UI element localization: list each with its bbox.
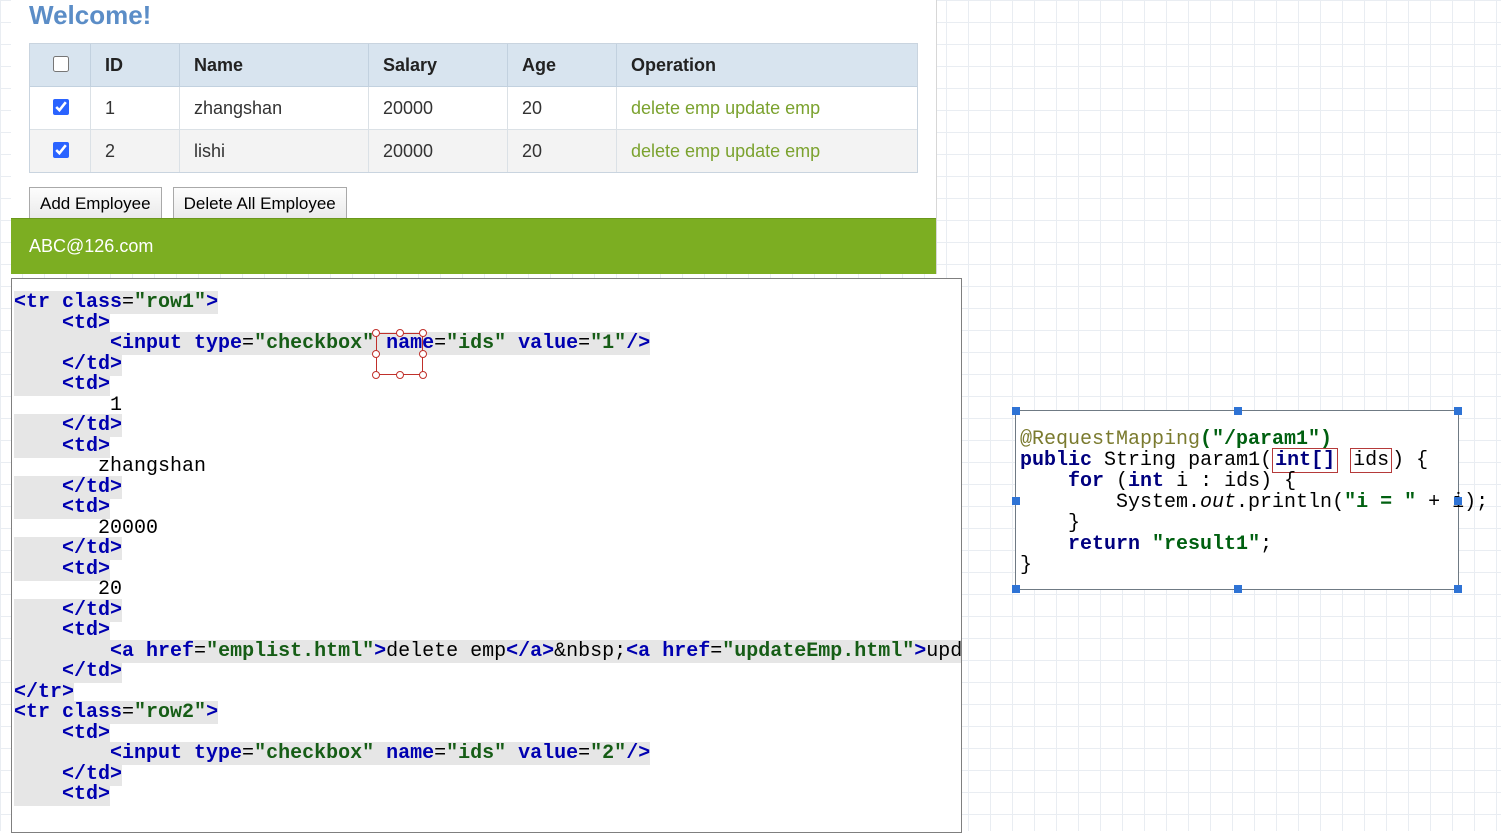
footer-bar: ABC@126.com [11, 218, 936, 274]
html-source-panel[interactable]: <tr class="row1"> <td> <input type="chec… [11, 278, 962, 833]
row-checkbox[interactable] [53, 99, 69, 115]
button-row: Add Employee Delete All Employee [29, 187, 936, 221]
cell-salary: 20000 [369, 87, 508, 130]
resize-handle-icon[interactable] [1012, 585, 1020, 593]
header-salary: Salary [369, 44, 508, 87]
html-source-code: <tr class="row1"> <td> <input type="chec… [12, 279, 961, 806]
resize-handle-icon[interactable] [1454, 497, 1462, 505]
resize-handle-icon[interactable] [1234, 585, 1242, 593]
resize-handle-icon[interactable] [1012, 497, 1020, 505]
cell-age: 20 [508, 130, 617, 172]
header-id: ID [91, 44, 180, 87]
update-emp-link[interactable]: update emp [725, 98, 820, 118]
header-operation: Operation [617, 44, 917, 87]
footer-email: ABC@126.com [29, 236, 153, 257]
webapp-preview-panel: Welcome! ID Name Salary Age Operation 1 … [11, 0, 937, 274]
header-name: Name [180, 44, 369, 87]
resize-handle-icon[interactable] [1012, 407, 1020, 415]
java-code: @RequestMapping("/param1") public String… [1016, 411, 1458, 576]
table-row: 1 zhangshan 20000 20 delete emp update e… [30, 87, 917, 130]
table-row: 2 lishi 20000 20 delete emp update emp [30, 130, 917, 172]
resize-handle-icon[interactable] [1454, 585, 1462, 593]
cell-id: 1 [91, 87, 180, 130]
cell-name: zhangshan [180, 87, 369, 130]
resize-handle-icon[interactable] [1454, 407, 1462, 415]
header-age: Age [508, 44, 617, 87]
page-title: Welcome! [29, 0, 936, 31]
cell-age: 20 [508, 87, 617, 130]
cell-operation: delete emp update emp [617, 130, 917, 172]
select-all-checkbox[interactable] [53, 56, 69, 72]
row-checkbox[interactable] [53, 142, 69, 158]
cell-id: 2 [91, 130, 180, 172]
header-checkbox-cell [30, 44, 91, 87]
employee-table: ID Name Salary Age Operation 1 zhangshan… [29, 43, 918, 173]
delete-emp-link[interactable]: delete emp [631, 141, 720, 161]
cell-name: lishi [180, 130, 369, 172]
delete-all-employee-button[interactable]: Delete All Employee [173, 187, 347, 221]
add-employee-button[interactable]: Add Employee [29, 187, 162, 221]
cell-salary: 20000 [369, 130, 508, 172]
cell-operation: delete emp update emp [617, 87, 917, 130]
resize-handle-icon[interactable] [1234, 407, 1242, 415]
java-code-panel[interactable]: @RequestMapping("/param1") public String… [1015, 410, 1459, 590]
delete-emp-link[interactable]: delete emp [631, 98, 720, 118]
update-emp-link[interactable]: update emp [725, 141, 820, 161]
